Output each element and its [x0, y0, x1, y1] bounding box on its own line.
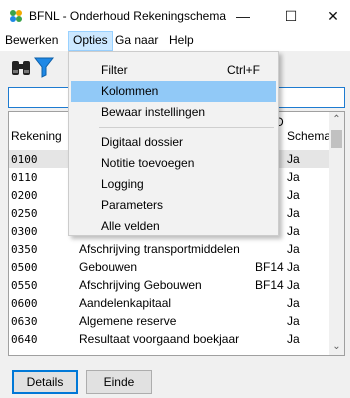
- shortcut-label: Ctrl+F: [227, 63, 260, 77]
- scroll-down-icon[interactable]: ⌄: [329, 339, 344, 355]
- scroll-up-icon[interactable]: ⌃: [329, 112, 344, 128]
- table-row[interactable]: 0350 Afschrijving transportmiddelen Ja: [9, 240, 331, 258]
- menu-item-bewaar-instellingen[interactable]: Bewaar instellingen: [71, 102, 276, 123]
- menu-item-digitaal-dossier[interactable]: Digitaal dossier: [71, 132, 276, 153]
- details-button[interactable]: Details: [12, 370, 78, 394]
- menu-item-alle-velden[interactable]: Alle velden: [71, 216, 276, 237]
- menu-opties[interactable]: Opties: [68, 31, 113, 51]
- close-button[interactable]: ✕: [318, 4, 348, 28]
- einde-button[interactable]: Einde: [86, 370, 152, 394]
- maximize-button[interactable]: ☐: [276, 4, 306, 28]
- menu-item-notitie-toevoegen[interactable]: Notitie toevoegen: [71, 153, 276, 174]
- menu-item-filter[interactable]: Filter Ctrl+F: [71, 60, 276, 81]
- menu-separator: [99, 127, 274, 128]
- table-row[interactable]: 0640 Resultaat voorgaand boekjaar Ja: [9, 330, 331, 348]
- minimize-button[interactable]: —: [228, 4, 258, 28]
- table-row[interactable]: 0630 Algemene reserve Ja: [9, 312, 331, 330]
- scroll-thumb[interactable]: [331, 130, 342, 148]
- menu-item-logging[interactable]: Logging: [71, 174, 276, 195]
- app-logo-icon: [10, 10, 22, 22]
- menu-help[interactable]: Help: [165, 31, 198, 51]
- table-row[interactable]: 0600 Aandelenkapitaal Ja: [9, 294, 331, 312]
- binoculars-icon[interactable]: [10, 56, 32, 78]
- col-header-schema[interactable]: Schema: [287, 129, 331, 143]
- menu-bar: Bewerken Opties Ga naar Help: [0, 31, 350, 51]
- menu-item-kolommen[interactable]: Kolommen: [71, 81, 276, 102]
- table-row[interactable]: 0550 Afschrijving Gebouwen BF14 Ja: [9, 276, 331, 294]
- menu-bewerken[interactable]: Bewerken: [1, 31, 62, 51]
- filter-icon[interactable]: [34, 56, 54, 78]
- vertical-scrollbar[interactable]: ⌃ ⌄: [329, 112, 344, 355]
- table-row[interactable]: 0500 Gebouwen BF14 Ja: [9, 258, 331, 276]
- opties-dropdown-menu: Filter Ctrl+F Kolommen Bewaar instelling…: [68, 51, 279, 236]
- menu-ga-naar[interactable]: Ga naar: [111, 31, 162, 51]
- window-title: BFNL - Onderhoud Rekeningschema: [29, 9, 226, 23]
- title-bar: BFNL - Onderhoud Rekeningschema — ☐ ✕: [0, 0, 350, 31]
- menu-item-parameters[interactable]: Parameters: [71, 195, 276, 216]
- col-header-rekening[interactable]: Rekening: [11, 129, 62, 143]
